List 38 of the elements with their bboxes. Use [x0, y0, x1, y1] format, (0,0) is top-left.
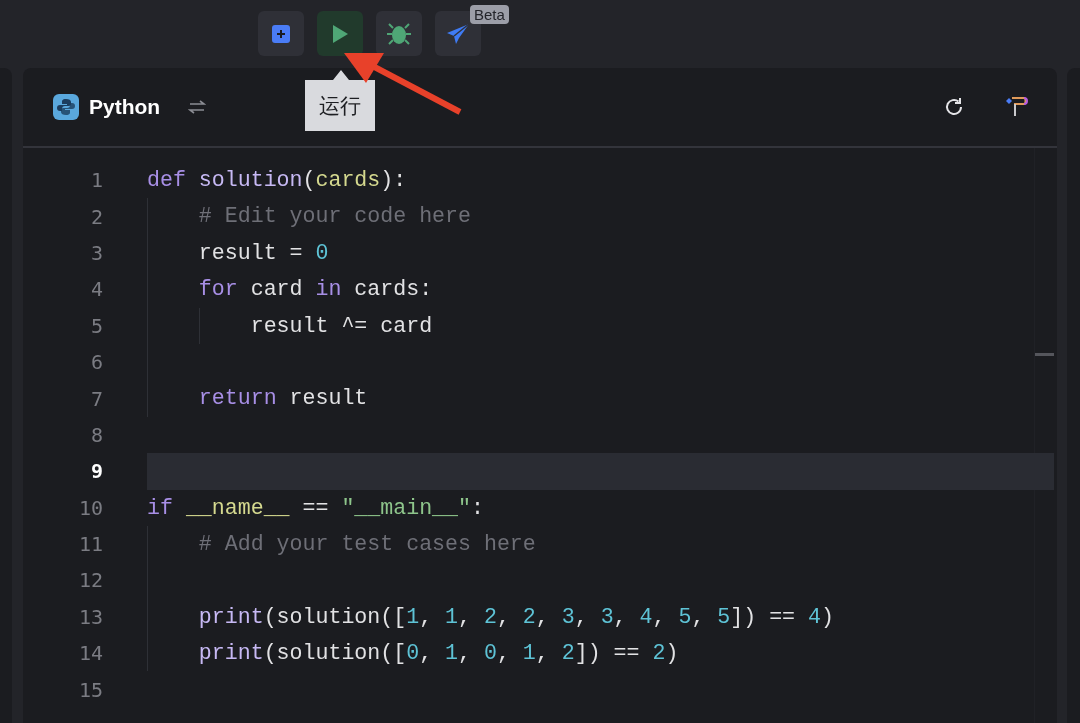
line-number: 7 — [89, 386, 103, 411]
bug-icon — [386, 21, 412, 46]
line-number: 11 — [77, 532, 103, 557]
line-number: 9 — [89, 459, 103, 484]
language-name: Python — [89, 95, 161, 119]
code-line: print(solution([1, 1, 2, 2, 3, 3, 4, 5, 5]) == 4) — [147, 598, 1054, 636]
line-number: 10 — [77, 495, 103, 520]
toolbar-button[interactable] — [258, 11, 304, 56]
line-number: 3 — [89, 240, 103, 265]
code-line: print(solution([0, 1, 0, 1, 2]) == 2) — [147, 635, 1054, 672]
line-number: 5 — [89, 313, 103, 338]
code-line: result ^= card — [147, 307, 1054, 344]
plus-icon — [271, 23, 291, 44]
scrollbar-thumb[interactable] — [1035, 353, 1054, 356]
toolbar-button[interactable] — [376, 11, 422, 56]
code-line: def solution(cards): — [147, 167, 408, 194]
code-line: # Add your test cases here — [147, 525, 1054, 563]
play-icon — [331, 23, 349, 44]
python-icon — [53, 94, 79, 120]
toolbar-button[interactable] — [317, 11, 363, 56]
refresh-icon[interactable] — [943, 96, 965, 118]
line-number: 15 — [77, 677, 103, 702]
line-number: 13 — [77, 604, 103, 629]
line-number: 4 — [89, 277, 103, 302]
code-line: return result — [147, 380, 1054, 417]
code-line: if __name__ == "__main__": — [147, 494, 485, 522]
paper-plane-icon — [446, 22, 470, 45]
beta-badge: Beta — [470, 5, 509, 24]
code-line: for card in cards: — [147, 271, 1054, 308]
line-number: 2 — [89, 204, 103, 229]
code-line: result = 0 — [147, 234, 1054, 272]
code-line: # Edit your code here — [147, 198, 1054, 235]
line-number: 8 — [89, 422, 103, 447]
line-number: 12 — [77, 568, 103, 593]
line-number: 6 — [89, 350, 103, 375]
swap-icon[interactable] — [188, 100, 207, 114]
line-number: 14 — [77, 641, 103, 666]
line-number: 1 — [89, 168, 103, 193]
